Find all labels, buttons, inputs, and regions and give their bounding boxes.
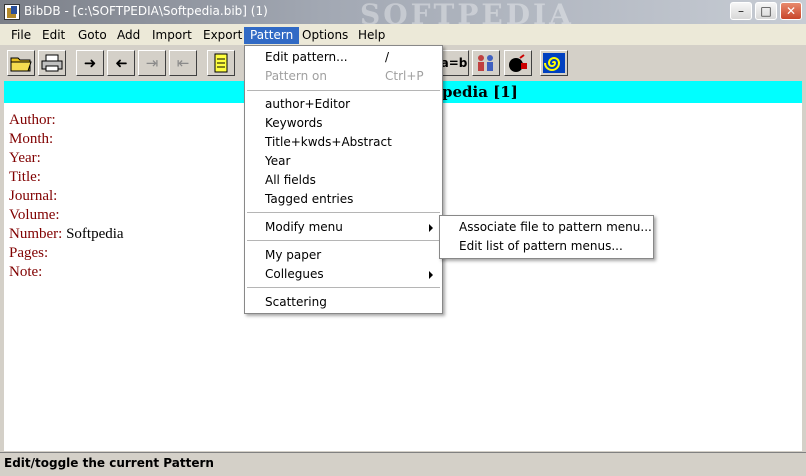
field-label: Year: (9, 150, 41, 166)
compare-button[interactable]: a=b (439, 50, 469, 76)
menu-item-label: Associate file to pattern menu... (459, 220, 652, 234)
menu-item-tagged-entries[interactable]: Tagged entries (245, 190, 442, 209)
menu-item-keywords[interactable]: Keywords (245, 114, 442, 133)
menu-separator (247, 287, 440, 288)
field-label: Volume: (9, 207, 60, 223)
menu-item-shortcut: / (385, 50, 390, 64)
menu-item-label: Tagged entries (265, 192, 354, 206)
menu-item-my-paper[interactable]: My paper (245, 246, 442, 265)
field-pages: Pages: (9, 245, 48, 262)
menu-item-label: All fields (265, 173, 316, 187)
field-note: Note: (9, 264, 42, 281)
menu-pattern[interactable]: Pattern (244, 27, 300, 44)
menu-separator (247, 240, 440, 241)
menu-item-author-editor[interactable]: author+Editor (245, 95, 442, 114)
menu-options[interactable]: Options (296, 27, 354, 44)
menu-item-label: Modify menu (265, 220, 343, 234)
menu-item-label: Collegues (265, 267, 324, 281)
arrow-left-icon: ➜ (114, 54, 128, 72)
close-button[interactable]: ✕ (780, 2, 802, 20)
field-volume: Volume: (9, 207, 60, 224)
bomb-icon (509, 54, 527, 72)
last-record-button[interactable]: ⇥ (138, 50, 166, 76)
previous-record-button[interactable]: ➜ (107, 50, 135, 76)
people-icon (478, 55, 493, 71)
menu-edit[interactable]: Edit (36, 27, 71, 44)
menu-goto[interactable]: Goto (72, 27, 113, 44)
field-title: Title: (9, 169, 41, 186)
menu-separator (247, 212, 440, 213)
field-journal: Journal: (9, 188, 57, 205)
menu-item-associate-file[interactable]: Associate file to pattern menu... (440, 218, 653, 237)
app-icon (4, 4, 20, 20)
menu-item-label: Keywords (265, 116, 323, 130)
folder-icon (10, 57, 32, 72)
pattern-menu-dropdown: Edit pattern... / Pattern on Ctrl+P auth… (244, 45, 443, 314)
open-folder-button[interactable] (7, 50, 35, 76)
window-title: BibDB - [c:\SOFTPEDIA\Softpedia.bib] (1) (24, 4, 268, 18)
submenu-arrow-icon (429, 224, 433, 232)
menu-add[interactable]: Add (111, 27, 146, 44)
menu-item-label: Edit list of pattern menus... (459, 239, 623, 253)
menu-item-modify-menu[interactable]: Modify menu (245, 218, 442, 237)
print-button[interactable] (38, 50, 66, 76)
menu-item-label: Title+kwds+Abstract (265, 135, 392, 149)
modify-menu-submenu: Associate file to pattern menu... Edit l… (439, 215, 654, 259)
record-header-text: pedia [1] (442, 83, 518, 101)
field-label: Journal: (9, 188, 58, 204)
status-bar: Edit/toggle the current Pattern (0, 452, 806, 476)
arrow-to-start-icon: ⇤ (176, 54, 190, 72)
menu-item-edit-list[interactable]: Edit list of pattern menus... (440, 237, 653, 256)
field-label: Number: (9, 226, 63, 242)
people-button[interactable] (472, 50, 500, 76)
field-label: Pages: (9, 245, 49, 261)
menu-item-scattering[interactable]: Scattering (245, 293, 442, 312)
field-number: Number: Softpedia (9, 226, 124, 243)
menu-item-year[interactable]: Year (245, 152, 442, 171)
menu-separator (247, 90, 440, 91)
menu-item-label: Edit pattern... (265, 50, 348, 64)
status-text: Edit/toggle the current Pattern (4, 456, 214, 470)
menu-import[interactable]: Import (146, 27, 198, 44)
field-value: Softpedia (66, 226, 124, 242)
field-month: Month: (9, 131, 53, 148)
menu-item-title-kwds-abstract[interactable]: Title+kwds+Abstract (245, 133, 442, 152)
field-author: Author: (9, 112, 56, 129)
title-bar: BibDB - [c:\SOFTPEDIA\Softpedia.bib] (1)… (0, 0, 806, 31)
arrow-to-end-icon: ⇥ (145, 54, 159, 72)
arrow-right-icon: ➜ (83, 54, 97, 72)
menu-file[interactable]: File (5, 27, 37, 44)
menu-item-label: Scattering (265, 295, 327, 309)
notes-button[interactable] (207, 50, 235, 76)
menu-export[interactable]: Export (197, 27, 248, 44)
spiral-button[interactable] (540, 50, 568, 76)
menu-item-edit-pattern[interactable]: Edit pattern... / (245, 48, 442, 67)
submenu-arrow-icon (429, 271, 433, 279)
first-record-button[interactable]: ⇤ (169, 50, 197, 76)
menu-item-label: My paper (265, 248, 322, 262)
menu-item-label: Pattern on (265, 69, 327, 83)
field-label: Author: (9, 112, 56, 128)
minimize-button[interactable]: – (730, 2, 752, 20)
field-label: Month: (9, 131, 54, 147)
field-label: Note: (9, 264, 43, 280)
spiral-icon (543, 53, 565, 73)
next-record-button[interactable]: ➜ (76, 50, 104, 76)
menu-item-shortcut: Ctrl+P (385, 69, 424, 83)
menu-item-pattern-on[interactable]: Pattern on Ctrl+P (245, 67, 442, 86)
note-icon (214, 53, 228, 73)
printer-icon (41, 54, 63, 72)
menu-item-label: Year (265, 154, 291, 168)
menu-bar: File Edit Goto Add Import Export Pattern… (0, 24, 806, 45)
menu-item-all-fields[interactable]: All fields (245, 171, 442, 190)
equals-label: a=b (440, 56, 468, 70)
menu-item-label: author+Editor (265, 97, 351, 111)
menu-help[interactable]: Help (352, 27, 391, 44)
menu-item-collegues[interactable]: Collegues (245, 265, 442, 284)
bomb-button[interactable] (504, 50, 532, 76)
maximize-button[interactable]: □ (755, 2, 777, 20)
field-label: Title: (9, 169, 41, 185)
field-year: Year: (9, 150, 41, 167)
